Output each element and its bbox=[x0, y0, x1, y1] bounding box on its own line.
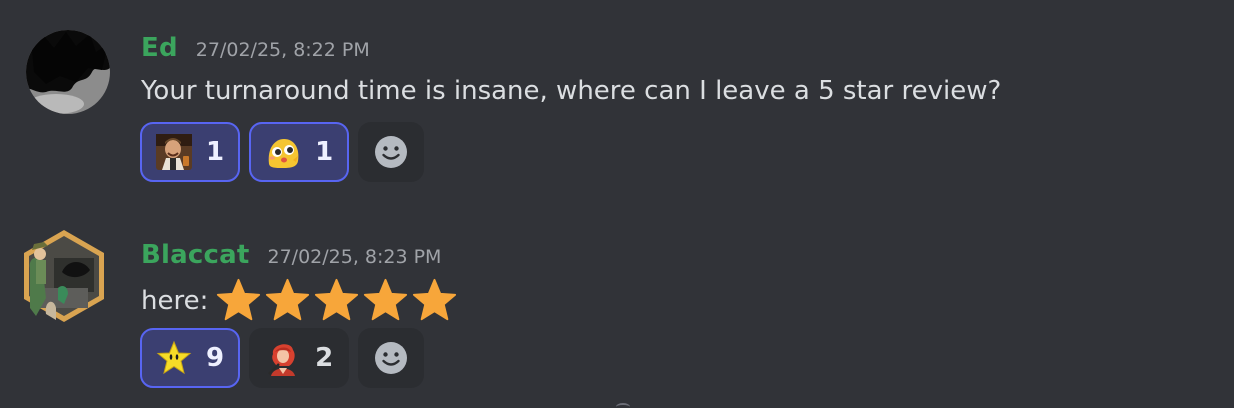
star-emoji bbox=[217, 278, 261, 321]
reaction-laughing-man[interactable]: 1 bbox=[140, 122, 241, 182]
chat-messages: Ed 27/02/25, 8:22 PM Your turnaround tim… bbox=[0, 0, 1234, 408]
reaction-red-hair-character[interactable]: 2 bbox=[249, 328, 350, 388]
star-emoji bbox=[266, 278, 310, 321]
message-timestamp: 27/02/25, 8:23 PM bbox=[267, 246, 442, 268]
scroll-indicator bbox=[616, 403, 630, 408]
user-avatar[interactable] bbox=[26, 30, 110, 114]
excited-blob-emoji bbox=[268, 139, 299, 168]
user-avatar[interactable] bbox=[18, 228, 110, 324]
add-reaction-button[interactable] bbox=[358, 122, 425, 182]
smiley-add-reaction-icon bbox=[375, 342, 408, 374]
message-text: here: bbox=[141, 285, 209, 316]
smiley-add-reaction-icon bbox=[375, 136, 408, 168]
star-face-emoji bbox=[156, 340, 192, 375]
username[interactable]: Blaccat bbox=[141, 240, 249, 270]
message-content: Your turnaround time is insane, where ca… bbox=[141, 76, 1001, 106]
reaction-count: 9 bbox=[206, 343, 225, 373]
red-hair-character-emoji bbox=[268, 344, 296, 376]
laughing-man-emoji bbox=[156, 134, 192, 170]
star-emoji bbox=[413, 278, 457, 321]
star-emoji bbox=[315, 278, 359, 321]
reaction-bar: 9 2 bbox=[140, 328, 425, 388]
reaction-count: 1 bbox=[206, 137, 225, 167]
reaction-star-face[interactable]: 9 bbox=[140, 328, 241, 388]
reaction-excited-blob[interactable]: 1 bbox=[249, 122, 350, 182]
message-content: here: bbox=[141, 278, 461, 323]
username[interactable]: Ed bbox=[141, 33, 178, 63]
message-text: Your turnaround time is insane, where ca… bbox=[141, 76, 1002, 106]
reaction-count: 2 bbox=[315, 343, 334, 373]
star-emoji-row bbox=[216, 278, 461, 323]
star-emoji bbox=[364, 278, 408, 321]
add-reaction-button[interactable] bbox=[358, 328, 425, 388]
reaction-bar: 1 1 bbox=[140, 122, 425, 182]
message-timestamp: 27/02/25, 8:22 PM bbox=[195, 39, 370, 61]
reaction-count: 1 bbox=[315, 137, 334, 167]
